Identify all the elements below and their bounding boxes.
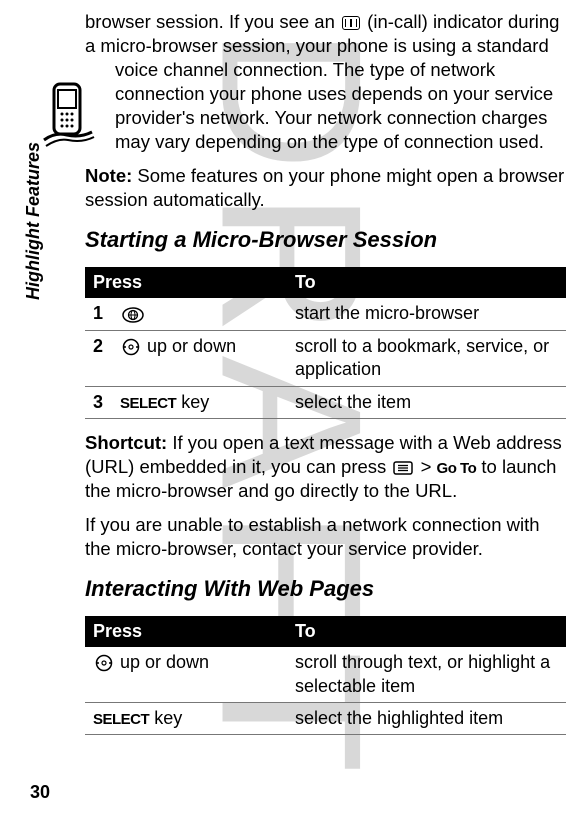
network-paragraph: If you are unable to establish a network…	[85, 513, 566, 561]
row-press-text: up or down	[142, 336, 236, 356]
select-key-label: SELECT	[93, 711, 149, 728]
row-to: start the micro-browser	[287, 298, 566, 330]
row-number: 2	[93, 335, 115, 358]
table-row: 3 SELECT key select the item	[85, 386, 566, 418]
table2-header-press: Press	[85, 616, 287, 647]
row-press-text: key	[149, 708, 182, 728]
in-call-indicator-icon	[342, 16, 360, 30]
table-row: 1 start the micro-browser	[85, 298, 566, 330]
table-interacting: Press To up or down scroll through text,…	[85, 616, 566, 736]
note-text: Some features on your phone might open a…	[85, 165, 564, 210]
row-to: scroll to a bookmark, service, or applic…	[287, 330, 566, 386]
select-key-label: SELECT	[120, 395, 176, 412]
row-number: 1	[93, 302, 115, 325]
intro-text-3: voice channel connection. The type of ne…	[115, 58, 566, 154]
table-row: up or down scroll through text, or highl…	[85, 647, 566, 702]
table-row: SELECT key select the highlighted item	[85, 702, 566, 734]
section-label: Highlight Features	[22, 142, 45, 300]
intro-paragraph: browser session. If you see an (in-call)…	[85, 10, 566, 154]
table-starting-session: Press To 1 start the micro-browser	[85, 267, 566, 419]
row-press-text: up or down	[115, 652, 209, 672]
shortcut-label: Shortcut:	[85, 432, 167, 453]
row-to: scroll through text, or highlight a sele…	[287, 647, 566, 702]
table2-header-to: To	[287, 616, 566, 647]
nav-key-icon	[122, 338, 140, 356]
menu-key-icon	[393, 461, 413, 475]
heading-starting-session: Starting a Micro-Browser Session	[85, 226, 566, 255]
table-row: 2 up or down scroll to a bookmark, servi…	[85, 330, 566, 386]
heading-interacting: Interacting With Web Pages	[85, 575, 566, 604]
row-to: select the item	[287, 386, 566, 418]
nav-key-icon	[95, 654, 113, 672]
row-press-text: key	[176, 392, 209, 412]
intro-text-1: browser session. If you see an	[85, 11, 340, 32]
note-label: Note:	[85, 165, 132, 186]
goto-label: Go To	[437, 460, 477, 477]
page-number: 30	[30, 781, 50, 804]
globe-key-icon	[122, 307, 144, 323]
phone-illustration-icon	[40, 80, 98, 150]
note-paragraph: Note: Some features on your phone might …	[85, 164, 566, 212]
shortcut-paragraph: Shortcut: If you open a text message wit…	[85, 431, 566, 503]
row-to: select the highlighted item	[287, 702, 566, 734]
row-number: 3	[93, 391, 115, 414]
table1-header-press: Press	[85, 267, 287, 298]
table1-header-to: To	[287, 267, 566, 298]
page-content: Highlight Features browser session. If y…	[0, 0, 581, 819]
